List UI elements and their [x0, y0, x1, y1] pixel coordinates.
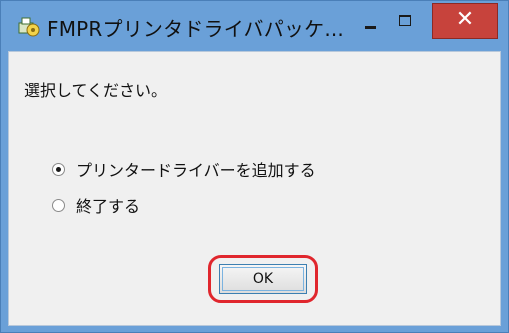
dialog-body: 選択してください。 プリンタードライバーを追加する 終了する OK	[8, 51, 501, 326]
prompt-text: 選択してください。	[24, 81, 168, 100]
close-button[interactable]: ✕	[432, 3, 498, 39]
ok-button[interactable]: OK	[219, 264, 307, 294]
minimize-button[interactable]	[355, 9, 385, 37]
title-bar[interactable]: FMPRプリンタドライバパッケ... ✕	[1, 1, 508, 51]
option-exit[interactable]: 終了する	[52, 194, 140, 216]
window-title: FMPRプリンタドライバパッケ...	[47, 17, 344, 41]
option-exit-label: 終了する	[76, 197, 141, 216]
radio-exit[interactable]	[52, 198, 65, 212]
option-add-driver-label: プリンタードライバーを追加する	[76, 161, 316, 180]
close-icon: ✕	[455, 7, 475, 32]
maximize-button[interactable]	[391, 9, 421, 37]
radio-add-driver[interactable]	[52, 162, 65, 176]
printer-package-icon	[18, 15, 40, 37]
option-add-driver[interactable]: プリンタードライバーを追加する	[52, 158, 316, 180]
dialog-window: FMPRプリンタドライバパッケ... ✕ 選択してください。 プリンタードライバ…	[0, 0, 509, 333]
